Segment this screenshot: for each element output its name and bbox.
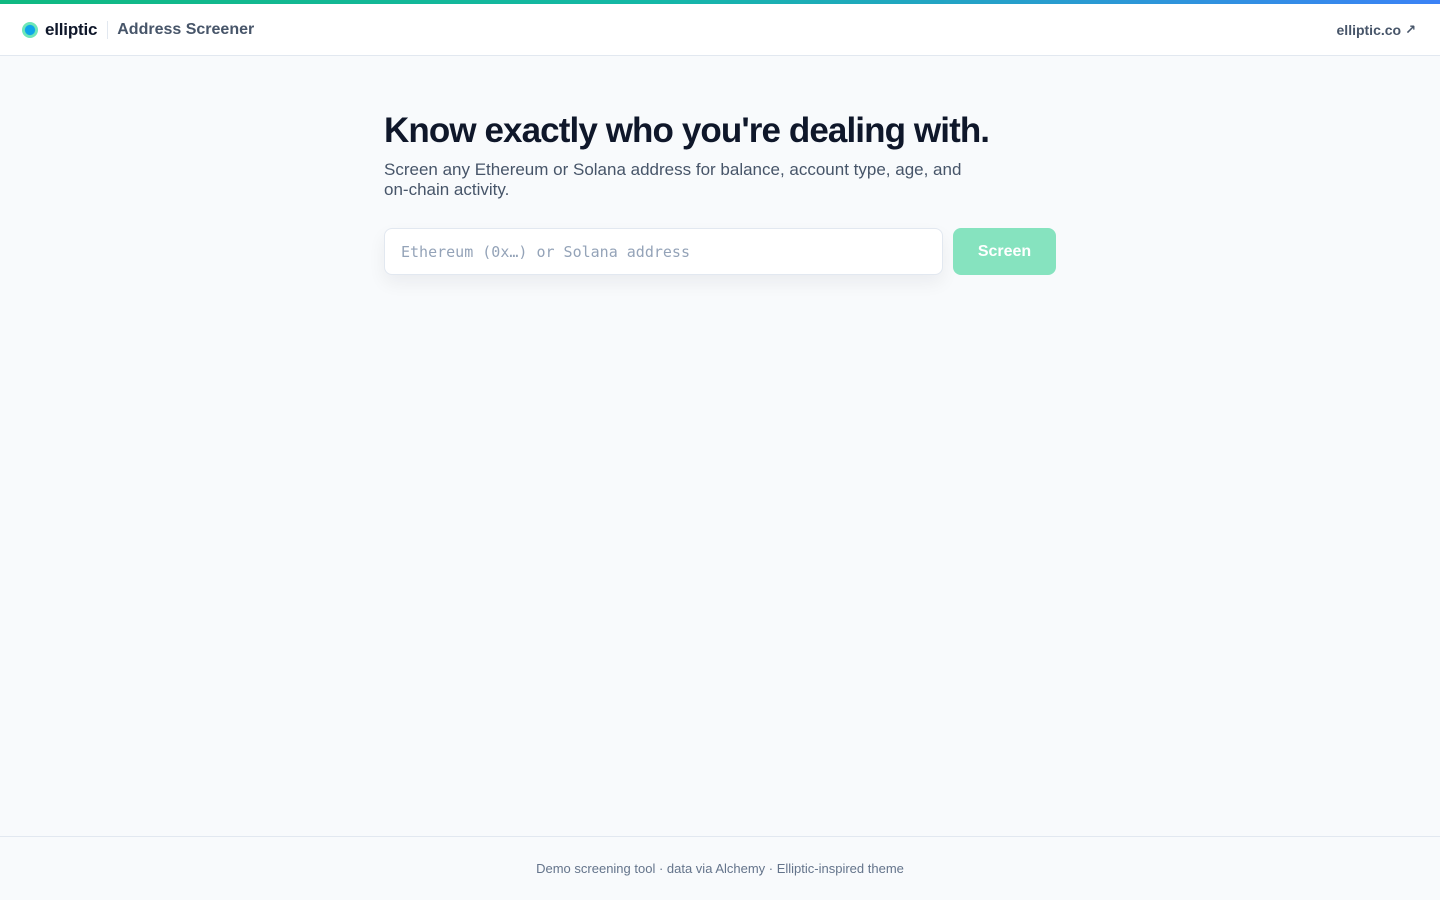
external-link-icon: ↗ [1405, 22, 1416, 37]
elliptic-logo-icon [22, 22, 38, 38]
page-subtitle: Screen any Ethereum or Solana address fo… [384, 160, 962, 199]
elliptic-site-link[interactable]: elliptic.co ↗ [1337, 4, 1416, 56]
page-title: Know exactly who you're dealing with. [384, 111, 990, 150]
screen-button[interactable]: Screen [953, 228, 1056, 275]
address-search-form: Screen [384, 228, 1056, 275]
page-footer: Demo screening tool · data via Alchemy ·… [0, 836, 1440, 900]
header-divider [107, 21, 109, 39]
app-title: Address Screener [117, 21, 255, 38]
elliptic-site-link-label: elliptic.co [1336, 22, 1402, 38]
hero-section: Know exactly who you're dealing with. Sc… [384, 108, 1064, 200]
brand[interactable]: elliptic Address Screener [22, 4, 254, 56]
address-input[interactable] [384, 228, 943, 275]
app-header: elliptic Address Screener elliptic.co ↗ [0, 4, 1440, 56]
brand-name: elliptic [45, 20, 98, 39]
footer-text: Demo screening tool · data via Alchemy ·… [536, 861, 904, 876]
